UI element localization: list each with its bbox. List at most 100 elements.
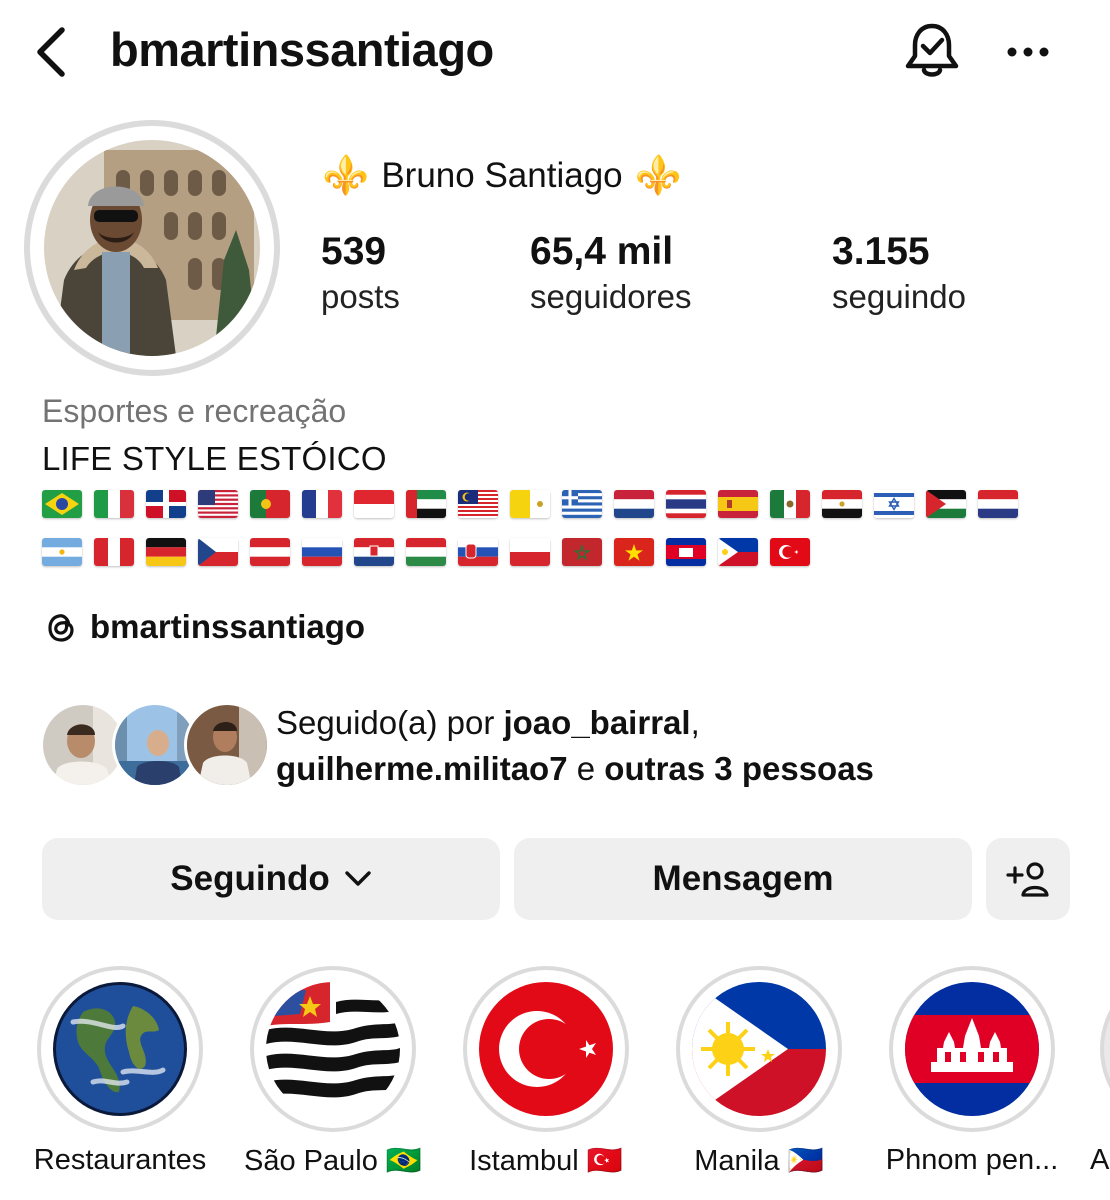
highlight-label: Manila 🇵🇭 xyxy=(694,1145,824,1177)
bio-flags-row-2 xyxy=(42,538,810,566)
fleur-de-lis-icon: ⚜️ xyxy=(634,155,682,197)
flag-argentina-icon xyxy=(42,538,82,566)
profile-bio: LIFE STYLE ESTÓICO xyxy=(42,440,387,477)
highlight-item[interactable]: Manila 🇵🇭 xyxy=(674,966,844,1177)
flag-france-icon xyxy=(302,490,342,518)
highlight-ring-partial xyxy=(1100,966,1110,1132)
followed-by-connector: e xyxy=(567,750,605,787)
stat-followers-label: seguidores xyxy=(530,278,692,315)
suggest-people-button[interactable] xyxy=(986,838,1070,920)
message-button-label: Mensagem xyxy=(652,859,834,898)
flag-turkey-icon xyxy=(770,538,810,566)
highlight-label: Phnom pen... xyxy=(885,1144,1059,1176)
more-options-button[interactable] xyxy=(1003,30,1053,74)
stat-followers-count: 65,4 mil xyxy=(530,230,674,273)
earth-icon xyxy=(53,982,187,1116)
fleur-de-lis-icon: ⚜️ xyxy=(322,155,370,197)
ellipsis-icon xyxy=(1007,47,1049,57)
stat-following[interactable]: 3.155 seguindo xyxy=(832,230,966,316)
profile-avatar xyxy=(44,140,260,356)
cambodia-flag-icon xyxy=(905,982,1039,1116)
flag-hungary-icon xyxy=(406,538,446,566)
threads-link[interactable]: bmartinssantiago xyxy=(42,608,365,646)
flag-czech-republic-icon xyxy=(198,538,238,566)
flag-poland-icon xyxy=(510,538,550,566)
chevron-left-icon xyxy=(37,27,65,77)
flag-vietnam-icon xyxy=(614,538,654,566)
story-highlights: Restaurantes São Paulo 🇧🇷 Istambul 🇹🇷 Ma… xyxy=(0,966,1110,1200)
flag-mexico-icon xyxy=(770,490,810,518)
stat-posts-label: posts xyxy=(321,278,400,315)
profile-avatar-ring[interactable] xyxy=(24,120,280,376)
highlight-label: A xyxy=(1090,1144,1110,1176)
mutual-followers-text[interactable]: Seguido(a) por joao_bairral, guilherme.mi… xyxy=(276,700,1076,792)
philippines-flag-icon xyxy=(692,982,826,1116)
following-button-label: Seguindo xyxy=(170,859,330,898)
flag-peru-icon xyxy=(94,538,134,566)
highlight-item[interactable]: São Paulo 🇧🇷 xyxy=(244,966,422,1177)
flag-uae-icon xyxy=(406,490,446,518)
highlight-ring xyxy=(37,966,203,1132)
flag-netherlands-icon xyxy=(614,490,654,518)
mutual-followers-avatars[interactable] xyxy=(40,702,270,788)
bell-check-icon xyxy=(905,23,959,77)
chevron-down-icon xyxy=(345,871,371,886)
flag-brazil-icon xyxy=(42,490,82,518)
notifications-button[interactable] xyxy=(902,20,962,82)
flag-germany-icon xyxy=(146,538,186,566)
mutual-others-link[interactable]: outras 3 pessoas xyxy=(604,750,874,787)
followed-by-prefix: Seguido(a) por xyxy=(276,704,504,741)
flag-dominican-republic-icon xyxy=(146,490,186,518)
highlight-label: Istambul 🇹🇷 xyxy=(469,1145,623,1177)
flag-slovakia-icon xyxy=(458,538,498,566)
highlight-ring xyxy=(463,966,629,1132)
following-button[interactable]: Seguindo xyxy=(42,838,500,920)
highlight-label: Restaurantes xyxy=(33,1144,207,1176)
flag-russia-icon xyxy=(302,538,342,566)
mutual-user-link[interactable]: guilherme.militao7 xyxy=(276,750,568,787)
highlight-item[interactable]: Restaurantes xyxy=(34,966,206,1176)
highlight-label: São Paulo 🇧🇷 xyxy=(244,1145,422,1177)
profile-header: bmartinssantiago xyxy=(0,0,1110,105)
profile-category: Esportes e recreação xyxy=(42,393,347,429)
stat-following-label: seguindo xyxy=(832,278,966,315)
flag-thailand-icon xyxy=(666,490,706,518)
stat-following-count: 3.155 xyxy=(832,230,930,273)
highlight-item[interactable]: Phnom pen... xyxy=(886,966,1058,1176)
flag-portugal-icon xyxy=(250,490,290,518)
header-username: bmartinssantiago xyxy=(110,23,494,76)
flag-greece-icon xyxy=(562,490,602,518)
flag-philippines-icon xyxy=(718,538,758,566)
bio-flags-row-1 xyxy=(42,490,1018,518)
flag-spain-icon xyxy=(718,490,758,518)
flag-israel-icon xyxy=(874,490,914,518)
mutual-user-link[interactable]: joao_bairral xyxy=(503,704,690,741)
highlight-ring xyxy=(676,966,842,1132)
followed-by-separator: , xyxy=(690,704,700,741)
add-person-icon xyxy=(1006,862,1049,897)
message-button[interactable]: Mensagem xyxy=(514,838,972,920)
flag-vatican-icon xyxy=(510,490,550,518)
flag-malaysia-icon xyxy=(458,490,498,518)
highlight-item[interactable]: Istambul 🇹🇷 xyxy=(461,966,631,1177)
flag-cambodia-icon xyxy=(666,538,706,566)
stat-followers[interactable]: 65,4 mil seguidores xyxy=(530,230,691,316)
flag-egypt-icon xyxy=(822,490,862,518)
threads-handle: bmartinssantiago xyxy=(90,608,366,645)
flag-jordan-icon xyxy=(926,490,966,518)
flag-italy-icon xyxy=(94,490,134,518)
threads-icon xyxy=(48,614,74,642)
display-name: ⚜️ Bruno Santiago ⚜️ xyxy=(322,150,682,202)
flag-croatia-icon xyxy=(354,538,394,566)
stat-posts[interactable]: 539 posts xyxy=(321,230,400,316)
flag-austria-icon xyxy=(250,538,290,566)
sao-paulo-flag-icon xyxy=(266,982,400,1116)
highlight-ring xyxy=(889,966,1055,1132)
stat-posts-count: 539 xyxy=(321,230,387,273)
turkey-flag-icon xyxy=(479,982,613,1116)
flag-usa-icon xyxy=(198,490,238,518)
back-button[interactable] xyxy=(30,25,74,79)
flag-morocco-icon xyxy=(562,538,602,566)
flag-indonesia-icon xyxy=(354,490,394,518)
display-name-text: Bruno Santiago xyxy=(381,156,623,195)
